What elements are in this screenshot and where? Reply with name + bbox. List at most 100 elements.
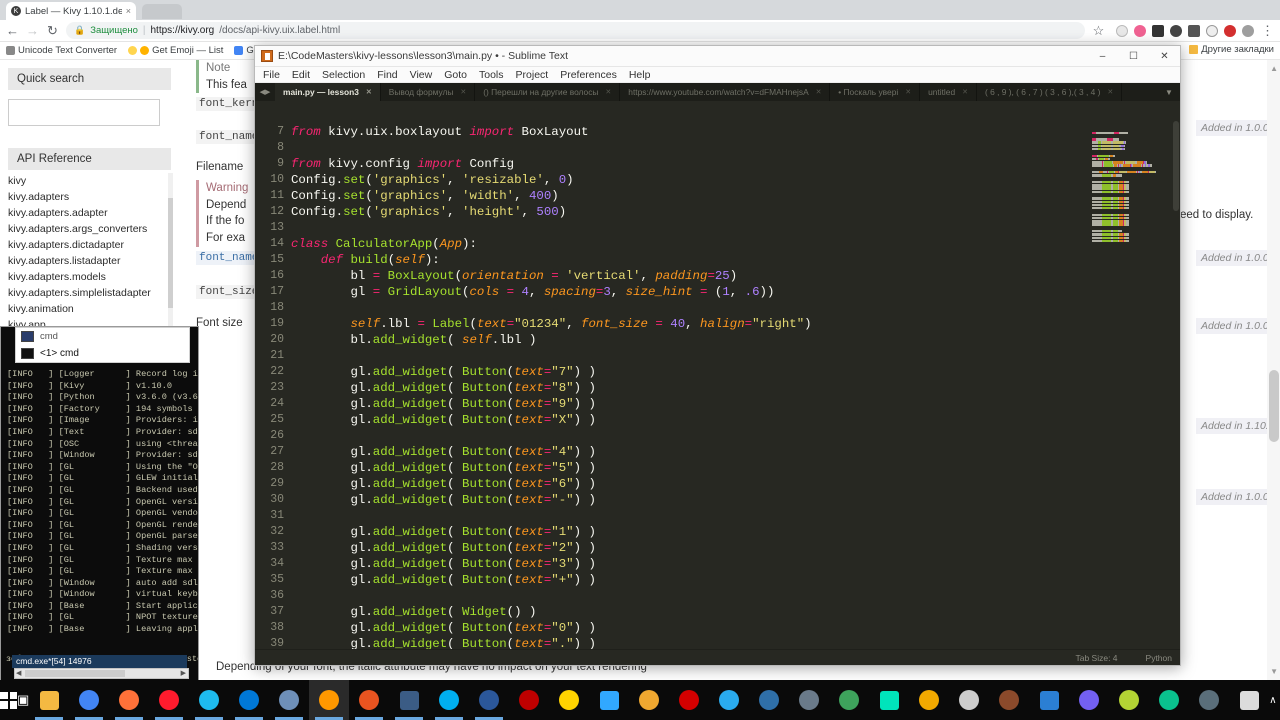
bookmark-item[interactable]: Unicode Text Converter (6, 45, 117, 56)
close-tab-icon[interactable]: ✕ (1107, 88, 1113, 96)
block-icon[interactable] (1206, 24, 1218, 37)
code-editor[interactable]: 7 8 9 10 11 12 13 14 15 16 17 18 19 20 21 22 23 24 25 26 27 2… (255, 119, 1180, 649)
code-line[interactable]: gl.add_widget( Button(text="1") ) (291, 524, 1080, 540)
api-list-item[interactable]: kivy.adapters (8, 189, 171, 205)
scroll-up-icon[interactable]: ▲ (1270, 64, 1278, 73)
code-line[interactable]: gl.add_widget( Button(text="-") ) (291, 492, 1080, 508)
sublime-titlebar[interactable]: E:\CodeMasters\kivy-lessons\lesson3\main… (255, 46, 1180, 67)
cmd-window-titlebar[interactable]: cmd.exe*[54] 14976 (12, 655, 187, 668)
code-line[interactable]: gl.add_widget( Button(text="5") ) (291, 460, 1080, 476)
cmd-console-window[interactable]: cmd <1> cmd [INFO ] [Logger ] Record log… (0, 326, 199, 681)
taskbar-item-vegas-pro[interactable] (1029, 680, 1069, 720)
close-tab-icon[interactable]: ✕ (366, 88, 372, 96)
smile-icon[interactable] (1116, 24, 1128, 37)
taskbar-item-google-chrome[interactable] (69, 680, 109, 720)
code-line[interactable]: bl.add_widget( self.lbl ) (291, 332, 1080, 348)
taskbar-item-internet-explorer[interactable] (189, 680, 229, 720)
api-list-item[interactable]: kivy.adapters.listadapter (8, 253, 171, 269)
code-line[interactable]: gl = GridLayout(cols = 4, spacing=3, siz… (291, 284, 1080, 300)
reload-button[interactable]: ↻ (46, 23, 59, 39)
close-tab-icon[interactable]: × (126, 6, 131, 16)
code-line[interactable]: gl.add_widget( Button(text="+") ) (291, 572, 1080, 588)
taskbar-item-shield-app[interactable] (1189, 680, 1229, 720)
code-line[interactable]: from kivy.config import Config (291, 156, 1080, 172)
code-line[interactable]: gl.add_widget( Button(text="X") ) (291, 412, 1080, 428)
cmd-search-input-row[interactable]: cmd (16, 328, 189, 345)
code-text[interactable]: from kivy.uix.boxlayout import BoxLayout… (291, 124, 1080, 649)
close-tab-icon[interactable]: ✕ (816, 88, 822, 96)
browser-tab-active[interactable]: K Label — Kivy 1.10.1.dev × (6, 2, 136, 20)
other-bookmarks-button[interactable]: Другие закладки (1189, 44, 1274, 55)
code-line[interactable] (291, 428, 1080, 444)
code-line[interactable]: self.lbl = Label(text="01234", font_size… (291, 316, 1080, 332)
maximize-button[interactable]: ☐ (1118, 46, 1149, 67)
code-line[interactable]: Config.set('graphics', 'height', 500) (291, 204, 1080, 220)
code-line[interactable] (291, 348, 1080, 364)
taskbar-item-microsoft-edge[interactable] (229, 680, 269, 720)
new-tab-button[interactable] (142, 4, 182, 19)
menu-preferences[interactable]: Preferences (560, 69, 617, 81)
taskbar-item-audition[interactable] (869, 680, 909, 720)
editor-tab-6[interactable]: untitled ✕ (920, 83, 977, 101)
sidebar-scrollbar-thumb[interactable] (168, 198, 173, 308)
code-line[interactable]: gl.add_widget( Widget() ) (291, 604, 1080, 620)
code-minimap[interactable] (1092, 123, 1170, 243)
code-line[interactable] (291, 140, 1080, 156)
editor-tab-7[interactable]: ( 6 , 9 ), ( 6 , 7 ) ( 3 , 6 ),( 3 , 4 )… (976, 83, 1123, 101)
taskbar-item-cmd-console[interactable] (389, 680, 429, 720)
code-line[interactable] (291, 300, 1080, 316)
close-tab-icon[interactable]: ✕ (905, 88, 911, 96)
api-list-item[interactable]: kivy.adapters.models (8, 269, 171, 285)
taskbar-item-drop-app[interactable] (549, 680, 589, 720)
taskbar-item-file-explorer[interactable] (29, 680, 69, 720)
page-scrollbar[interactable]: ▲ ▼ (1267, 60, 1280, 680)
menu-tools[interactable]: Tools (479, 69, 504, 81)
code-line[interactable]: gl.add_widget( Button(text="6") ) (291, 476, 1080, 492)
taskbar-item-cd-burner[interactable] (949, 680, 989, 720)
menu-edit[interactable]: Edit (292, 69, 310, 81)
taskbar-item-paint-app[interactable] (629, 680, 669, 720)
forward-button[interactable]: → (26, 23, 39, 38)
api-list-item[interactable]: kivy.adapters.simplelistadapter (8, 285, 171, 301)
code-line[interactable] (291, 588, 1080, 604)
taskbar-item-sublime-text[interactable] (309, 680, 350, 720)
chrome-menu-icon[interactable]: ⋮ (1261, 23, 1274, 39)
code-line[interactable] (291, 220, 1080, 236)
page-scrollbar-thumb[interactable] (1269, 370, 1279, 442)
taskbar-item-notes-app[interactable] (909, 680, 949, 720)
code-line[interactable]: Config.set('graphics', 'width', 400) (291, 188, 1080, 204)
address-bar[interactable]: 🔒 Защищено | https://kivy.org/docs/api-k… (66, 22, 1085, 39)
scroll-down-icon[interactable]: ▼ (1270, 667, 1278, 676)
code-line[interactable]: gl.add_widget( Button(text="9") ) (291, 396, 1080, 412)
adblock-icon[interactable] (1224, 24, 1236, 37)
taskbar-item-photoshop[interactable] (589, 680, 629, 720)
code-line[interactable]: gl.add_widget( Button(text=".") ) (291, 636, 1080, 649)
taskbar-item-ubuntu[interactable] (349, 680, 389, 720)
menu-goto[interactable]: Goto (444, 69, 467, 81)
editor-tab-2[interactable]: Вывод формулы ✕ (380, 83, 476, 101)
quick-search-input[interactable] (8, 99, 160, 126)
scroll-right-icon[interactable]: ▶ (181, 669, 186, 677)
status-syntax[interactable]: Python (1146, 653, 1172, 663)
taskbar-item-opera-gx[interactable] (669, 680, 709, 720)
taskbar-item-filezilla[interactable] (509, 680, 549, 720)
eye-icon[interactable] (1170, 24, 1182, 37)
code-line[interactable]: class CalculatorApp(App): (291, 236, 1080, 252)
menu-selection[interactable]: Selection (322, 69, 365, 81)
taskbar-item-viber[interactable] (1069, 680, 1109, 720)
code-line[interactable]: bl = BoxLayout(orientation = 'vertical',… (291, 268, 1080, 284)
editor-tab-3[interactable]: () Перешли на другие волосы ✕ (475, 83, 621, 101)
link-font-name[interactable]: font_name (196, 251, 262, 265)
code-line[interactable]: Config.set('graphics', 'resizable', 0) (291, 172, 1080, 188)
editor-tab-4[interactable]: https://www.youtube.com/watch?v=dFMAHnej… (620, 83, 831, 101)
code-line[interactable]: gl.add_widget( Button(text="4") ) (291, 444, 1080, 460)
taskbar-item-chromium[interactable] (269, 680, 309, 720)
bookmark-star-icon[interactable]: ☆ (1092, 23, 1105, 39)
api-list-item[interactable]: kivy.adapters.args_converters (8, 221, 171, 237)
taskbar-item-opera[interactable] (149, 680, 189, 720)
lock-extension-icon[interactable] (1242, 24, 1254, 37)
cmd-horizontal-scrollbar[interactable]: ◀ ▶ (14, 668, 189, 679)
taskbar-item-firefox[interactable] (109, 680, 149, 720)
cursor-icon[interactable] (1152, 24, 1164, 37)
taskbar-item-blender[interactable] (749, 680, 789, 720)
